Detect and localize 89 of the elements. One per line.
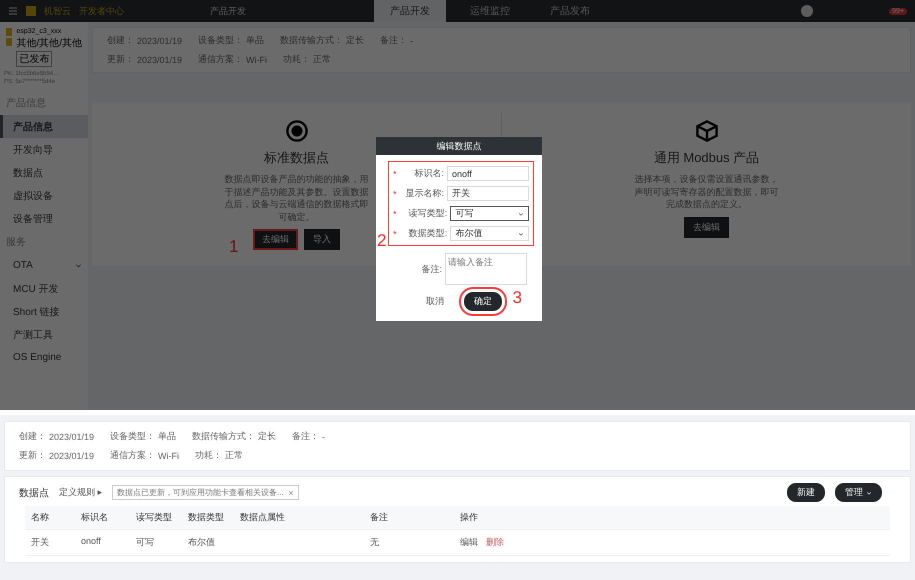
- sidebar-item[interactable]: 数据点: [0, 161, 88, 184]
- card-title: 通用 Modbus 产品: [654, 149, 760, 167]
- remark-field[interactable]: 请输入备注: [445, 253, 527, 285]
- select-field[interactable]: 布尔值: [450, 226, 529, 241]
- logo-text: 机智云: [44, 4, 71, 18]
- table-cell: 布尔值: [182, 530, 234, 556]
- confirm-button[interactable]: 确定: [464, 292, 502, 311]
- sidebar-item[interactable]: OS Engine: [0, 346, 88, 369]
- select-field[interactable]: 可写: [450, 206, 529, 221]
- field-label: 备注:: [420, 262, 442, 276]
- chevron-icon: [866, 490, 872, 496]
- column-header: 读写类型: [130, 506, 182, 530]
- info-item: 备注： -: [380, 34, 414, 47]
- chevron-icon: [518, 210, 524, 216]
- card-button[interactable]: 去编辑: [253, 229, 298, 250]
- field-label: 数据类型:: [408, 227, 448, 240]
- input-field[interactable]: 开关: [447, 186, 529, 201]
- info-item: 更新： 2023/01/19: [19, 449, 94, 462]
- nav-tab[interactable]: 运维监控: [454, 0, 526, 22]
- new-button[interactable]: 新建: [787, 483, 825, 502]
- manage-button[interactable]: 管理: [835, 483, 882, 502]
- info-item: 数据传输方式： 定长: [192, 430, 276, 443]
- action-link[interactable]: 删除: [486, 537, 504, 547]
- sidebar-item[interactable]: MCU 开发: [0, 277, 88, 300]
- sidebar-item[interactable]: 产测工具: [0, 323, 88, 346]
- target-icon: [284, 119, 308, 143]
- required-mark: *: [393, 208, 397, 218]
- field-label: 读写类型:: [408, 207, 448, 220]
- breadcrumb[interactable]: 产品开发: [210, 4, 246, 18]
- required-mark: *: [393, 168, 397, 178]
- sidebar-item[interactable]: 虚拟设备: [0, 184, 88, 207]
- step-number: 2: [377, 231, 386, 251]
- rule-link[interactable]: 定义规则 ▸: [59, 486, 102, 499]
- input-field[interactable]: onoff: [447, 166, 529, 181]
- table-cell: 开关: [25, 530, 75, 556]
- status-tag: 已发布: [16, 51, 52, 67]
- info-item: 通信方案： Wi-Fi: [198, 53, 268, 66]
- info-item: 数据传输方式： 定长: [280, 34, 364, 47]
- logo-icon: [26, 6, 36, 16]
- card-button[interactable]: 导入: [304, 229, 340, 250]
- info-item: 创建： 2023/01/19: [107, 34, 182, 47]
- info-item: 更新： 2023/01/19: [107, 53, 182, 66]
- info-item: 功耗： 正常: [195, 449, 244, 462]
- chevron-icon: [75, 262, 82, 269]
- sidebar-item[interactable]: OTA: [0, 254, 88, 277]
- dialog-title: 编辑数据点: [436, 140, 482, 152]
- action-link[interactable]: 编辑: [460, 537, 478, 547]
- column-header: 备注: [364, 506, 454, 530]
- card-title: 标准数据点: [264, 149, 329, 167]
- portal-name: 开发者中心: [79, 4, 124, 18]
- field-label: 标识名:: [413, 167, 444, 180]
- sidebar-item[interactable]: 设备管理: [0, 207, 88, 230]
- column-header: 数据点属性: [234, 506, 364, 530]
- close-icon: [288, 490, 294, 496]
- card-button[interactable]: 去编辑: [684, 216, 729, 238]
- chevron-icon: [518, 230, 524, 236]
- required-mark: *: [393, 228, 397, 238]
- cube-icon: [694, 119, 718, 143]
- table-cell: onoff: [75, 530, 130, 556]
- avatar-icon[interactable]: [801, 5, 814, 17]
- product-category: 其他/其他/其他: [16, 36, 82, 50]
- column-header: 操作: [454, 506, 890, 530]
- product-icon: [6, 28, 12, 46]
- nav-tab[interactable]: 产品发布: [534, 0, 606, 22]
- cancel-button[interactable]: 取消: [420, 294, 450, 309]
- step-number: 3: [512, 288, 522, 308]
- card-description: 数据点即设备产品的功能的抽象，用于描述产品功能及其参数。设置数据点后，设备与云端通信的数据格式即可确定。: [224, 173, 370, 224]
- sidebar-item[interactable]: 开发向导: [0, 138, 88, 161]
- info-item: 备注： -: [292, 430, 326, 443]
- table-cell: 可写: [130, 530, 182, 556]
- required-mark: *: [393, 188, 397, 198]
- notice-tag: 数据点已更新，可到应用功能卡查看相关设备...: [112, 485, 299, 500]
- sidebar-item[interactable]: Short 链接: [0, 300, 88, 323]
- menu-icon: [8, 6, 18, 16]
- nav-tab[interactable]: 产品开发: [374, 0, 446, 22]
- field-label: 显示名称:: [404, 187, 444, 200]
- card-description: 选择本项，设备仅需设置通讯参数，声明可读写寄存器的配置数据，即可完成数据点的定义。: [634, 173, 780, 211]
- info-item: 通信方案： Wi-Fi: [110, 449, 180, 462]
- section-title: 数据点: [19, 486, 49, 500]
- table-cell: 无: [364, 530, 454, 556]
- info-item: 设备类型： 单品: [198, 34, 264, 47]
- column-header: 数据类型: [182, 506, 234, 530]
- info-item: 创建： 2023/01/19: [19, 430, 94, 443]
- info-item: 功耗： 正常: [283, 53, 332, 66]
- column-header: 名称: [25, 506, 75, 530]
- sidebar-item[interactable]: 产品信息: [0, 115, 88, 138]
- step-number: 1: [229, 237, 238, 258]
- column-header: 标识名: [75, 506, 130, 530]
- info-item: 设备类型： 单品: [110, 430, 176, 443]
